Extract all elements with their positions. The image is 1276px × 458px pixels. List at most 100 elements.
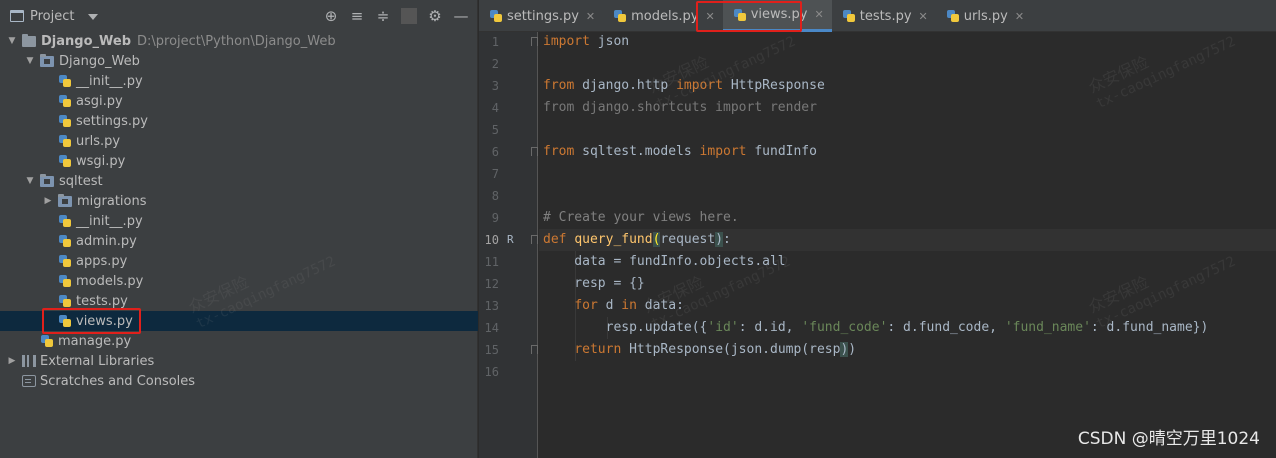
tree-item[interactable]: ▶__init__.py	[0, 71, 478, 91]
chevron-down-icon[interactable]	[88, 14, 99, 20]
tree-item[interactable]: ▶wsgi.py	[0, 151, 478, 171]
tree-item-label: __init__.py	[76, 213, 143, 229]
line-number: 3	[491, 79, 499, 93]
close-icon[interactable]: ✕	[1015, 10, 1024, 23]
code-token: json	[589, 34, 630, 49]
gear-icon[interactable]: ⚙	[427, 8, 443, 24]
tree-item[interactable]: ▶ External Libraries	[0, 351, 478, 371]
tab-label: urls.py	[963, 8, 1008, 24]
tree-item[interactable]: ▶ migrations	[0, 191, 478, 211]
code-line[interactable]: data = fundInfo.objects.all	[539, 251, 1276, 273]
chevron-right-icon[interactable]: ▶	[6, 356, 18, 366]
code-line[interactable]: resp = {}	[539, 273, 1276, 295]
fold-marker-icon[interactable]	[531, 147, 538, 156]
route-marker-icon[interactable]: R	[507, 229, 514, 251]
tree-item-label: urls.py	[76, 133, 121, 149]
code-token: data:	[636, 298, 684, 313]
tree-item[interactable]: ▶models.py	[0, 271, 478, 291]
code-line[interactable]: resp.update({'id': d.id, 'fund_code': d.…	[539, 317, 1276, 339]
toolbar-divider	[401, 8, 417, 24]
code-line[interactable]: from sqltest.models import fundInfo	[539, 141, 1276, 163]
line-number: 8	[491, 189, 499, 203]
collapse-all-icon[interactable]: ≑	[375, 8, 391, 24]
chevron-down-icon[interactable]: ▼	[6, 36, 18, 46]
code-line[interactable]: from django.http import HttpResponse	[539, 75, 1276, 97]
tree-item[interactable]: ▶settings.py	[0, 111, 478, 131]
tree-item[interactable]: ▶urls.py	[0, 131, 478, 151]
editor-tab[interactable]: urls.py ✕	[936, 0, 1032, 32]
editor-tab[interactable]: tests.py ✕	[832, 0, 936, 32]
python-file-icon	[58, 74, 72, 88]
line-number: 1	[491, 35, 499, 49]
code-token: import	[543, 34, 590, 49]
csdn-credit: CSDN @晴空万里1024	[1077, 429, 1260, 449]
tree-item[interactable]: ▶__init__.py	[0, 211, 478, 231]
code-token: import	[676, 78, 724, 93]
fold-marker-icon[interactable]	[531, 345, 538, 354]
code-editor[interactable]: import json from django.http import HttpR…	[539, 32, 1276, 458]
tree-item[interactable]: ▼ Django_Web	[0, 51, 478, 71]
close-icon[interactable]: ✕	[919, 10, 928, 23]
code-line[interactable]	[539, 163, 1276, 185]
tree-item[interactable]: ▼ sqltest	[0, 171, 478, 191]
package-folder-icon	[40, 173, 54, 187]
python-file-icon	[58, 274, 72, 288]
python-file-icon	[58, 294, 72, 308]
code-token: d	[597, 298, 622, 313]
minimize-icon[interactable]: —	[453, 8, 469, 24]
code-token: query_fund	[574, 232, 653, 247]
folder-icon	[22, 33, 36, 47]
code-line[interactable]: from django.shortcuts import render	[539, 97, 1276, 119]
code-token: sqltest.models	[574, 144, 700, 159]
code-token: : d.fund_code,	[887, 320, 1005, 335]
highlight-box-views-tab	[696, 1, 802, 32]
code-line[interactable]: for d in data:	[539, 295, 1276, 317]
python-file-icon	[58, 154, 72, 168]
code-token: : d.fund_name})	[1090, 320, 1209, 335]
code-line[interactable]: # Create your views here.	[539, 207, 1276, 229]
locate-icon[interactable]: ⊕	[323, 8, 339, 24]
code-line[interactable]	[539, 53, 1276, 75]
code-token: resp.update({	[543, 320, 708, 335]
line-number: 7	[491, 167, 499, 181]
project-panel-title[interactable]: Project	[30, 9, 74, 24]
tree-item[interactable]: ▶asgi.py	[0, 91, 478, 111]
tree-item[interactable]: ▶apps.py	[0, 251, 478, 271]
close-icon[interactable]: ✕	[586, 10, 595, 23]
tree-item[interactable]: ▼ Django_Web D:\project\Python\Django_Web	[0, 31, 478, 51]
tab-label: tests.py	[859, 8, 912, 24]
close-icon[interactable]: ✕	[815, 8, 824, 21]
code-token: django.http	[574, 78, 677, 93]
code-line[interactable]	[539, 361, 1276, 383]
tree-item[interactable]: ▶manage.py	[0, 331, 478, 351]
highlight-box-views-file	[42, 308, 141, 334]
code-line[interactable]	[539, 185, 1276, 207]
code-line[interactable]: import json	[539, 31, 1276, 53]
tree-item-label: __init__.py	[76, 73, 143, 89]
fold-marker-icon[interactable]	[531, 235, 538, 244]
code-token: from	[543, 144, 575, 159]
chevron-right-icon[interactable]: ▶	[42, 196, 54, 206]
code-token: fundInfo	[746, 144, 817, 159]
project-panel-header: Project ⊕ ≡ ≑ ⚙ —	[0, 0, 477, 32]
code-token: HttpResponse	[723, 78, 825, 93]
editor-tab[interactable]: settings.py ✕	[479, 0, 603, 32]
python-file-icon	[489, 9, 503, 23]
expand-all-icon[interactable]: ≡	[349, 8, 365, 24]
tree-item[interactable]: ▶Scratches and Consoles	[0, 371, 478, 391]
chevron-down-icon[interactable]: ▼	[24, 56, 36, 66]
fold-marker-icon[interactable]	[531, 37, 538, 46]
code-token: data = fundInfo.objects.all	[543, 254, 786, 269]
code-token: HttpResponse(json.dump(resp	[621, 342, 841, 357]
line-number: 13	[484, 299, 499, 313]
code-token: resp = {}	[543, 276, 645, 291]
code-line[interactable]: def query_fund(request):	[539, 229, 1276, 251]
code-line[interactable]: return HttpResponse(json.dump(resp))	[539, 339, 1276, 361]
tree-item[interactable]: ▶admin.py	[0, 231, 478, 251]
chevron-down-icon[interactable]: ▼	[24, 176, 36, 186]
tree-item-label: wsgi.py	[76, 153, 126, 169]
code-line[interactable]	[539, 119, 1276, 141]
python-file-icon	[58, 94, 72, 108]
